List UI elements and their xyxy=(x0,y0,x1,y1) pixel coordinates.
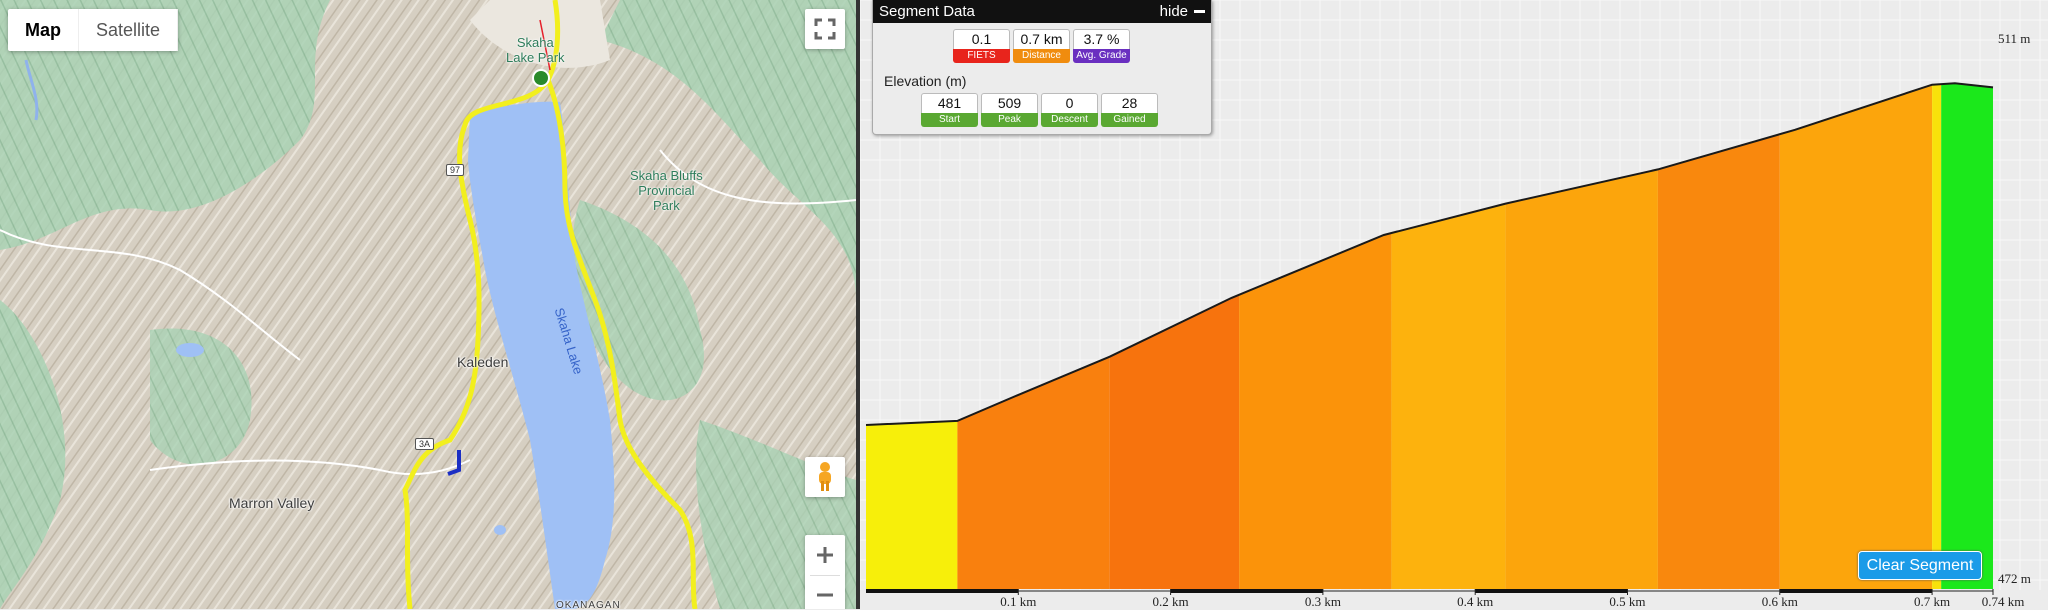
grade-band-2 xyxy=(1109,294,1240,589)
grade-band-6 xyxy=(1657,134,1780,589)
grade-band-0 xyxy=(866,420,958,589)
fullscreen-button[interactable] xyxy=(805,9,845,49)
minimize-icon xyxy=(1194,10,1205,13)
x-tick-label: 0.3 km xyxy=(1304,594,1341,609)
stat-peak: 509 Peak xyxy=(981,93,1038,127)
segment-data-panel: Segment Data hide 0.1 FIETS 0.7 km Dista… xyxy=(872,0,1212,135)
stat-distance: 0.7 km Distance xyxy=(1013,29,1070,63)
label-marron-valley: Marron Valley xyxy=(229,495,315,511)
x-tick-label: 0.5 km xyxy=(1609,594,1646,609)
map-terrain[interactable] xyxy=(0,0,856,609)
highway-3a-shield: 3A xyxy=(415,438,435,450)
elevation-title: Elevation (m) xyxy=(884,73,967,89)
stat-value: 0.7 km xyxy=(1013,29,1070,49)
stat-label: Distance xyxy=(1013,49,1070,63)
zoom-control xyxy=(805,535,845,609)
stat-label: Descent xyxy=(1041,113,1098,127)
x-axis-segment xyxy=(866,589,1019,593)
highway-97-shield: 97 xyxy=(446,164,465,176)
stat-label: Start xyxy=(921,113,978,127)
label-kaleden: Kaleden xyxy=(457,354,509,370)
x-tick-label: 0.2 km xyxy=(1152,594,1189,609)
segment-stats: 0.1 FIETS 0.7 km Distance 3.7 % Avg. Gra… xyxy=(953,29,1130,63)
zoom-out-icon xyxy=(817,593,833,597)
street-view-button[interactable] xyxy=(805,457,845,497)
grade-band-8 xyxy=(1932,84,1942,589)
elevation-stats: 481 Start 509 Peak 0 Descent 28 Gained xyxy=(921,93,1158,127)
grade-band-5 xyxy=(1505,169,1658,589)
x-tick-label: 0.7 km xyxy=(1914,594,1951,609)
y-min-label: 472 m xyxy=(1998,571,2031,586)
grade-band-3 xyxy=(1239,233,1392,589)
x-axis-segment xyxy=(1779,589,1933,593)
x-tick-label: 0.1 km xyxy=(1000,594,1037,609)
stat-label: FIETS xyxy=(953,49,1010,63)
y-max-label: 511 m xyxy=(1998,31,2031,46)
grade-band-9 xyxy=(1941,83,1993,590)
x-axis-segment xyxy=(1475,589,1628,593)
route-start-marker xyxy=(532,69,550,87)
hide-panel-button[interactable]: hide xyxy=(1160,0,1205,23)
stat-fiets: 0.1 FIETS xyxy=(953,29,1010,63)
stat-value: 28 xyxy=(1101,93,1158,113)
grade-band-7 xyxy=(1779,84,1933,589)
x-tick-label: 0.4 km xyxy=(1457,594,1494,609)
stat-value: 481 xyxy=(921,93,978,113)
pegman-icon xyxy=(819,462,831,491)
stat-value: 0 xyxy=(1041,93,1098,113)
grade-bands xyxy=(866,83,1993,590)
stat-descent: 0 Descent xyxy=(1041,93,1098,127)
segment-panel-header: Segment Data hide xyxy=(873,0,1211,23)
stat-avg-grade: 3.7 % Avg. Grade xyxy=(1073,29,1130,63)
label-okanagan: OKANAGAN xyxy=(556,600,621,609)
map-type-control: Map Satellite xyxy=(8,9,179,51)
stat-label: Peak xyxy=(981,113,1038,127)
x-tick-label: 0.6 km xyxy=(1761,594,1798,609)
zoom-in-button[interactable] xyxy=(810,535,840,576)
segment-panel-title: Segment Data xyxy=(879,3,975,20)
stat-start: 481 Start xyxy=(921,93,978,127)
label-skaha-bluffs: Skaha Bluffs Provincial Park xyxy=(630,168,703,213)
map-type-satellite-button[interactable]: Satellite xyxy=(79,9,179,51)
x-tick-label: 0.74 km xyxy=(1981,594,2025,609)
stat-value: 509 xyxy=(981,93,1038,113)
zoom-in-icon xyxy=(817,546,833,563)
stat-value: 0.1 xyxy=(953,29,1010,49)
clear-segment-button[interactable]: Clear Segment xyxy=(1858,551,1982,580)
fullscreen-icon xyxy=(814,18,836,40)
zoom-out-button[interactable] xyxy=(815,576,835,610)
label-skaha-lake-park: Skaha Lake Park xyxy=(506,35,565,65)
x-axis-segment xyxy=(1170,589,1323,593)
hide-label: hide xyxy=(1159,3,1188,20)
stat-label: Avg. Grade xyxy=(1073,49,1130,63)
stat-label: Gained xyxy=(1101,113,1158,127)
stat-gained: 28 Gained xyxy=(1101,93,1158,127)
stat-value: 3.7 % xyxy=(1073,29,1130,49)
map-type-map-button[interactable]: Map xyxy=(8,9,79,51)
map-view[interactable]: Map Satellite Skaha Lake Park Skaha Bluf… xyxy=(0,0,856,609)
grade-band-4 xyxy=(1391,203,1506,589)
